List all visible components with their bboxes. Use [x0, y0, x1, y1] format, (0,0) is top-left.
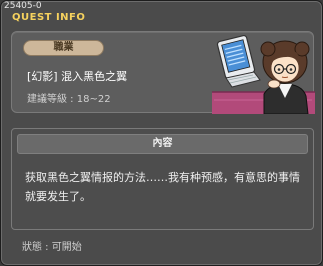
content-header: 內容 — [17, 134, 308, 154]
quest-status: 狀態 : 可開始 — [22, 242, 82, 253]
quest-description: 获取黑色之翼情报的方法……我有种预感，有意思的事情就要发生了。 — [25, 171, 300, 203]
computer-monitor-icon — [216, 34, 261, 88]
quest-info-panel: 職業 [幻影] 混入黑色之翼 建議等級 : 18~22 — [11, 31, 315, 114]
quest-name: [幻影] 混入黑色之翼 — [27, 70, 128, 83]
content-panel: 內容 获取黑色之翼情报的方法……我有种预感，有意思的事情就要发生了。 — [11, 128, 314, 230]
npc-portrait — [212, 34, 315, 114]
job-badge: 職業 — [23, 40, 104, 56]
quest-id: 25405-0 — [4, 1, 42, 11]
quest-info-window: 25405-0 QUEST INFO 職業 [幻影] 混入黑色之翼 建議等級 :… — [0, 0, 323, 266]
window-title: QUEST INFO — [12, 12, 86, 23]
level-requirement: 建議等級 : 18~22 — [27, 94, 111, 105]
